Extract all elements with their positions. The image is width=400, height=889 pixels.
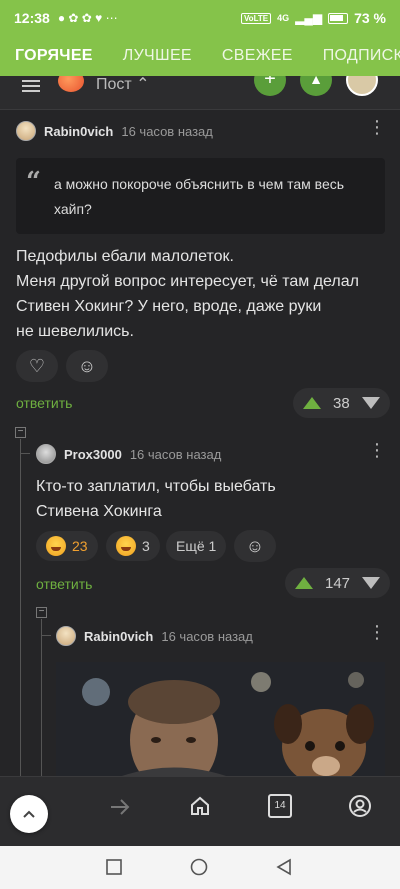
like-button[interactable]: ♡ — [16, 350, 58, 382]
comment-time: 16 часов назад — [129, 446, 222, 462]
comment-image[interactable] — [56, 662, 385, 778]
add-post-button[interactable]: + — [254, 76, 286, 96]
scroll-to-top-button[interactable] — [10, 795, 48, 833]
comment-line: Стивен Хокинг? У него, вроде, даже руки — [16, 298, 322, 315]
volte-icon: VoLTE — [240, 12, 272, 24]
comment-line: Стивена Хокинга — [36, 503, 162, 520]
calendar-badge: 14 — [274, 800, 286, 811]
more-options-icon[interactable]: ⋮ — [368, 623, 386, 641]
reaction-count: 23 — [72, 538, 88, 554]
calendar-icon[interactable]: 14 — [268, 794, 292, 818]
add-reaction-button[interactable]: ☺ — [234, 530, 276, 562]
comment-text: Педофилы ебали малолеток. Меня другой во… — [16, 244, 386, 344]
system-navigation-bar — [0, 846, 400, 889]
grinning-emoji-icon — [116, 536, 136, 556]
more-options-icon[interactable]: ⋮ — [368, 441, 386, 459]
avatar[interactable] — [56, 626, 76, 646]
downvote-icon[interactable] — [361, 397, 380, 409]
pikabu-logo[interactable] — [58, 76, 84, 92]
add-reaction-button[interactable]: ☺ — [66, 350, 108, 382]
chevron-up-icon — [23, 810, 35, 818]
reaction-chip[interactable]: 3 — [106, 531, 160, 561]
comment-author[interactable]: Rabin0vich — [84, 629, 153, 644]
feed-tabs: ГОРЯЧЕЕ ЛУЧШЕЕ СВЕЖЕЕ ПОДПИСК — [0, 36, 400, 76]
battery-level: 73 % — [354, 10, 386, 26]
status-bar: 12:38 ● ✿ ✿ ♥ ⋯ VoLTE 4G ▂▄▆ 73 % — [0, 0, 400, 36]
rating-value: 147 — [325, 574, 351, 592]
reaction-chip[interactable]: 23 — [36, 531, 98, 561]
forward-arrow-icon[interactable] — [108, 797, 132, 817]
bell-icon[interactable]: ▲ — [300, 76, 332, 96]
tab-hot[interactable]: ГОРЯЧЕЕ — [0, 47, 108, 65]
collapse-thread-icon[interactable]: − — [15, 427, 26, 438]
upvote-icon[interactable] — [303, 397, 321, 409]
collapse-thread-icon[interactable]: − — [36, 607, 47, 618]
tab-best[interactable]: ЛУЧШЕЕ — [108, 47, 207, 65]
avatar[interactable] — [16, 121, 36, 141]
comment-header: Rabin0vich 16 часов назад — [56, 626, 253, 646]
thread-branch — [20, 453, 30, 454]
back-icon[interactable] — [276, 858, 292, 876]
post-header: Пост ⌃ + ▲ — [0, 76, 400, 110]
comment-time: 16 часов назад — [121, 123, 213, 139]
movie-still-image — [56, 662, 385, 778]
vote-box: 147 — [285, 568, 391, 598]
reply-button[interactable]: ответить — [36, 576, 92, 592]
thread-line — [20, 439, 21, 776]
status-time: 12:38 — [14, 10, 50, 26]
notification-icons: ● ✿ ✿ ♥ ⋯ — [57, 11, 118, 25]
bottom-navigation: 14 — [0, 776, 400, 846]
comment-line: Педофилы ебали малолеток. — [16, 248, 234, 265]
signal-icon: ▂▄▆ — [295, 11, 323, 25]
comment-header: Prox3000 16 часов назад — [36, 444, 221, 464]
vote-box: 38 — [293, 388, 390, 418]
recent-apps-icon[interactable] — [106, 859, 122, 875]
comment-author[interactable]: Rabin0vich — [44, 124, 113, 139]
comment-line: Кто-то заплатил, чтобы выебать — [36, 478, 276, 495]
home-button-icon[interactable] — [190, 858, 208, 876]
user-avatar[interactable] — [346, 76, 378, 96]
avatar[interactable] — [36, 444, 56, 464]
quote-text: а можно покороче объяснить в чем там вес… — [54, 176, 345, 217]
emoji-plus-icon: ☺ — [77, 355, 97, 376]
comment-line: не шевелились. — [16, 323, 134, 340]
more-reactions-button[interactable]: Ещё 1 — [166, 531, 227, 561]
more-reactions-label: Ещё 1 — [176, 538, 217, 554]
heart-icon: ♡ — [28, 355, 46, 376]
thread-line — [41, 619, 42, 776]
home-icon[interactable] — [188, 794, 212, 818]
comment-time: 16 часов назад — [161, 628, 253, 644]
battery-icon — [328, 12, 349, 24]
upvote-icon[interactable] — [295, 577, 313, 589]
comment-author[interactable]: Prox3000 — [64, 447, 122, 462]
tab-subscriptions[interactable]: ПОДПИСК — [308, 47, 400, 65]
page-title: Пост ⌃ — [96, 76, 150, 93]
comment-quote: “ а можно покороче объяснить в чем там в… — [16, 158, 385, 234]
rating-value: 38 — [333, 394, 350, 412]
laughing-emoji-icon — [46, 536, 66, 556]
thread-branch — [41, 635, 51, 636]
comment-header: Rabin0vich 16 часов назад — [16, 121, 213, 141]
more-options-icon[interactable]: ⋮ — [368, 118, 386, 136]
status-right: VoLTE 4G ▂▄▆ 73 % — [240, 10, 386, 26]
menu-icon[interactable] — [22, 80, 40, 92]
comment-line: Меня другой вопрос интересует, чё там де… — [16, 273, 359, 290]
tab-fresh[interactable]: СВЕЖЕЕ — [207, 47, 308, 65]
profile-icon[interactable] — [348, 794, 372, 818]
quote-icon: “ — [26, 167, 41, 197]
reaction-count: 3 — [142, 538, 150, 554]
comment-text: Кто-то заплатил, чтобы выебать Стивена Х… — [36, 474, 376, 524]
reply-button[interactable]: ответить — [16, 395, 72, 411]
network-label: 4G — [277, 13, 290, 23]
emoji-plus-icon: ☺ — [245, 535, 265, 556]
downvote-icon[interactable] — [362, 577, 381, 589]
